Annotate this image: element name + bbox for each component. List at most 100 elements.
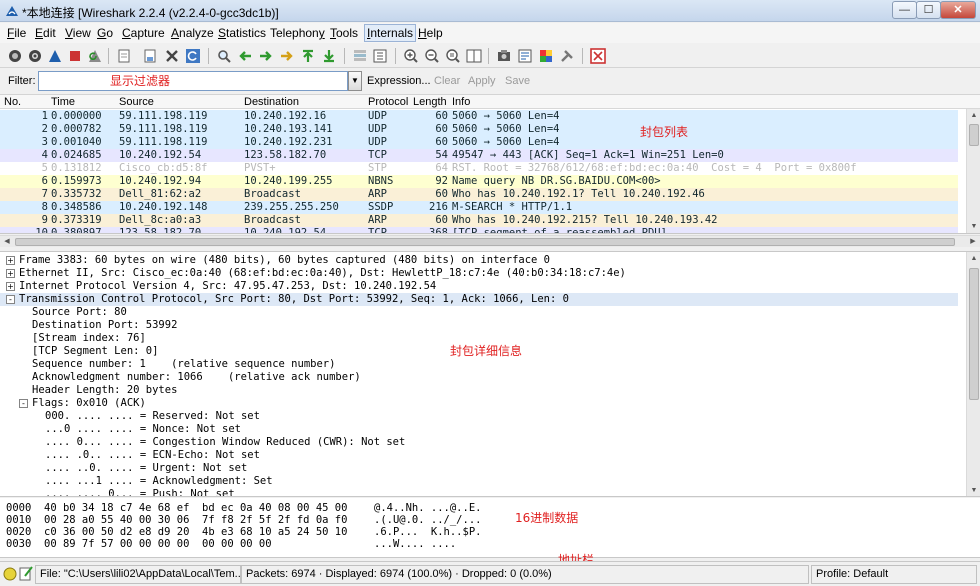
scroll-thumb[interactable]: [969, 268, 979, 400]
detail-line[interactable]: .... .... 0... = Push: Not set: [0, 488, 958, 496]
menu-file[interactable]: File: [7, 26, 26, 40]
save-file-icon[interactable]: [142, 48, 158, 64]
display-filters-icon[interactable]: [517, 48, 533, 64]
detail-line[interactable]: - Flags: 0x010 (ACK): [0, 397, 958, 410]
packet-row[interactable]: 7 0.335732 Dell_81:62:a2 Broadcast ARP 60 Who …: [0, 188, 958, 201]
menu-edit[interactable]: Edit: [35, 26, 56, 40]
go-first-icon[interactable]: [300, 48, 316, 64]
column-header-time[interactable]: Time: [51, 96, 75, 108]
collapse-icon[interactable]: -: [19, 399, 28, 408]
column-header-protocol[interactable]: Protocol: [368, 96, 408, 108]
packet-row[interactable]: 1 0.000000 59.111.198.119 10.240.192.16 UDP 6…: [0, 110, 958, 123]
details-vscroll[interactable]: ▲ ▼: [966, 252, 980, 496]
scroll-up-icon[interactable]: ▲: [967, 109, 980, 123]
detail-line[interactable]: Sequence number: 1 (relative sequence nu…: [0, 358, 958, 371]
expert-info-icon[interactable]: [3, 567, 17, 581]
maximize-button[interactable]: ☐: [916, 1, 941, 19]
find-packet-icon[interactable]: [216, 48, 232, 64]
open-file-icon[interactable]: [116, 48, 132, 64]
menu-view[interactable]: View: [65, 26, 91, 40]
filter-history-dropdown[interactable]: ▼: [348, 71, 362, 91]
detail-line[interactable]: - Transmission Control Protocol, Src Port…: [0, 293, 958, 306]
resize-columns-icon[interactable]: [466, 48, 482, 64]
detail-line[interactable]: .... .0.. .... = ECN-Echo: Not set: [0, 449, 958, 462]
reload-icon[interactable]: [185, 48, 201, 64]
go-forward-icon[interactable]: [258, 48, 274, 64]
capture-filters-icon[interactable]: [496, 48, 512, 64]
menu-telephony[interactable]: Telephony: [270, 26, 325, 40]
detail-line[interactable]: Acknowledgment number: 1066 (relative ac…: [0, 371, 958, 384]
packet-row[interactable]: 4 0.024685 10.240.192.54 123.58.182.70 TCP 54…: [0, 149, 958, 162]
menu-go[interactable]: Go: [97, 26, 113, 40]
menu-internals[interactable]: Internals: [364, 24, 417, 42]
menu-tools[interactable]: Tools: [330, 26, 358, 40]
scroll-down-icon[interactable]: ▼: [967, 220, 980, 233]
detail-line[interactable]: Source Port: 80: [0, 306, 958, 319]
apply-filter-button[interactable]: Apply: [468, 75, 496, 87]
menu-statistics[interactable]: Statistics: [218, 26, 266, 40]
column-header-source[interactable]: Source: [119, 96, 154, 108]
detail-line[interactable]: + Frame 3383: 60 bytes on wire (480 bits)…: [0, 254, 958, 267]
expand-icon[interactable]: +: [6, 269, 15, 278]
interface-list-icon[interactable]: [7, 48, 23, 64]
detail-line[interactable]: + Internet Protocol Version 4, Src: 47.95…: [0, 280, 958, 293]
close-file-icon[interactable]: [164, 48, 180, 64]
detail-line[interactable]: .... 0... .... = Congestion Window Reduc…: [0, 436, 958, 449]
start-capture-icon[interactable]: [47, 48, 63, 64]
expression-button[interactable]: Expression...: [367, 75, 431, 87]
detail-line[interactable]: + Ethernet II, Src: Cisco_ec:0a:40 (68:ef…: [0, 267, 958, 280]
menu-help[interactable]: Help: [418, 26, 443, 40]
packet-row[interactable]: 6 0.159973 10.240.192.94 10.240.199.255 NBNS…: [0, 175, 958, 188]
detail-line[interactable]: .... ...1 .... = Acknowledgment: Set: [0, 475, 958, 488]
packet-list-hscroll[interactable]: ◀ ▶: [0, 235, 980, 247]
go-to-packet-icon[interactable]: [279, 48, 295, 64]
detail-line[interactable]: .... ..0. .... = Urgent: Not set: [0, 462, 958, 475]
preferences-icon[interactable]: [559, 48, 575, 64]
auto-scroll-icon[interactable]: [372, 48, 388, 64]
status-profile[interactable]: Profile: Default: [811, 565, 977, 584]
packet-list-vscroll[interactable]: ▲ ▼: [966, 109, 980, 233]
packet-row[interactable]: 9 0.373319 Dell_8c:a0:a3 Broadcast ARP 60 Who …: [0, 214, 958, 227]
stop-capture-icon[interactable]: [67, 48, 83, 64]
collapse-icon[interactable]: -: [6, 295, 15, 304]
scroll-right-icon[interactable]: ▶: [966, 236, 980, 248]
zoom-normal-icon[interactable]: [445, 48, 461, 64]
column-header-info[interactable]: Info: [452, 96, 470, 108]
detail-line[interactable]: ...0 .... .... = Nonce: Not set: [0, 423, 958, 436]
display-filter-input[interactable]: [38, 71, 348, 91]
expand-icon[interactable]: +: [6, 256, 15, 265]
scroll-up-icon[interactable]: ▲: [967, 252, 980, 266]
packet-row[interactable]: 10 0.380897 123.58.182.70 10.240.192.54 TCP 3…: [0, 227, 958, 233]
column-header-no[interactable]: No.: [4, 96, 21, 108]
expand-icon[interactable]: +: [6, 282, 15, 291]
packet-row[interactable]: 5 0.131812 Cisco_cb:d5:8f PVST+ STP 64 RST. Ro…: [0, 162, 958, 175]
colorize-icon[interactable]: [352, 48, 368, 64]
clear-filter-button[interactable]: Clear: [434, 75, 460, 87]
minimize-button[interactable]: —: [892, 1, 917, 19]
packet-row[interactable]: 3 0.001040 59.111.198.119 10.240.192.231 UDP…: [0, 136, 958, 149]
scroll-thumb[interactable]: [969, 124, 979, 146]
restart-capture-icon[interactable]: [87, 48, 103, 64]
packet-row[interactable]: 2 0.000782 59.111.198.119 10.240.193.141 UDP…: [0, 123, 958, 136]
scroll-left-icon[interactable]: ◀: [0, 236, 14, 248]
scroll-down-icon[interactable]: ▼: [967, 484, 980, 496]
detail-line[interactable]: Destination Port: 53992: [0, 319, 958, 332]
packet-row[interactable]: 8 0.348586 10.240.192.148 239.255.255.250 SS…: [0, 201, 958, 214]
capture-options-icon[interactable]: [27, 48, 43, 64]
capture-comment-icon[interactable]: [19, 566, 33, 581]
go-last-icon[interactable]: [321, 48, 337, 64]
column-header-length[interactable]: Length: [413, 96, 447, 108]
menu-capture[interactable]: Capture: [122, 26, 165, 40]
column-header-destination[interactable]: Destination: [244, 96, 299, 108]
coloring-rules-icon[interactable]: [538, 48, 554, 64]
close-button[interactable]: ✕: [940, 1, 976, 19]
save-filter-button[interactable]: Save: [505, 75, 530, 87]
scroll-thumb[interactable]: [15, 238, 955, 246]
go-back-icon[interactable]: [237, 48, 253, 64]
zoom-out-icon[interactable]: [424, 48, 440, 64]
menu-analyze[interactable]: Analyze: [171, 26, 214, 40]
zoom-in-icon[interactable]: [403, 48, 419, 64]
detail-line[interactable]: Header Length: 20 bytes: [0, 384, 958, 397]
help-icon[interactable]: [590, 48, 606, 64]
detail-line[interactable]: 000. .... .... = Reserved: Not set: [0, 410, 958, 423]
